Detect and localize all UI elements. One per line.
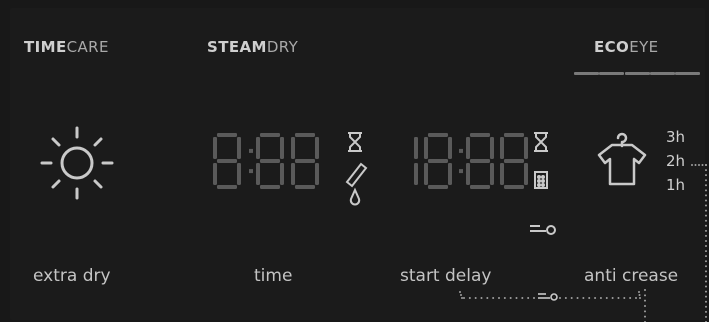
extra-dry-label: extra dry [33,266,111,286]
start-delay-label: start delay [400,266,492,286]
anti-crease-label: anti crease [584,266,679,286]
time-label: time [254,266,293,286]
control-panel: TIMECARE STEAMDRY ECOEYE 3h 2h 1h extra … [0,0,709,322]
